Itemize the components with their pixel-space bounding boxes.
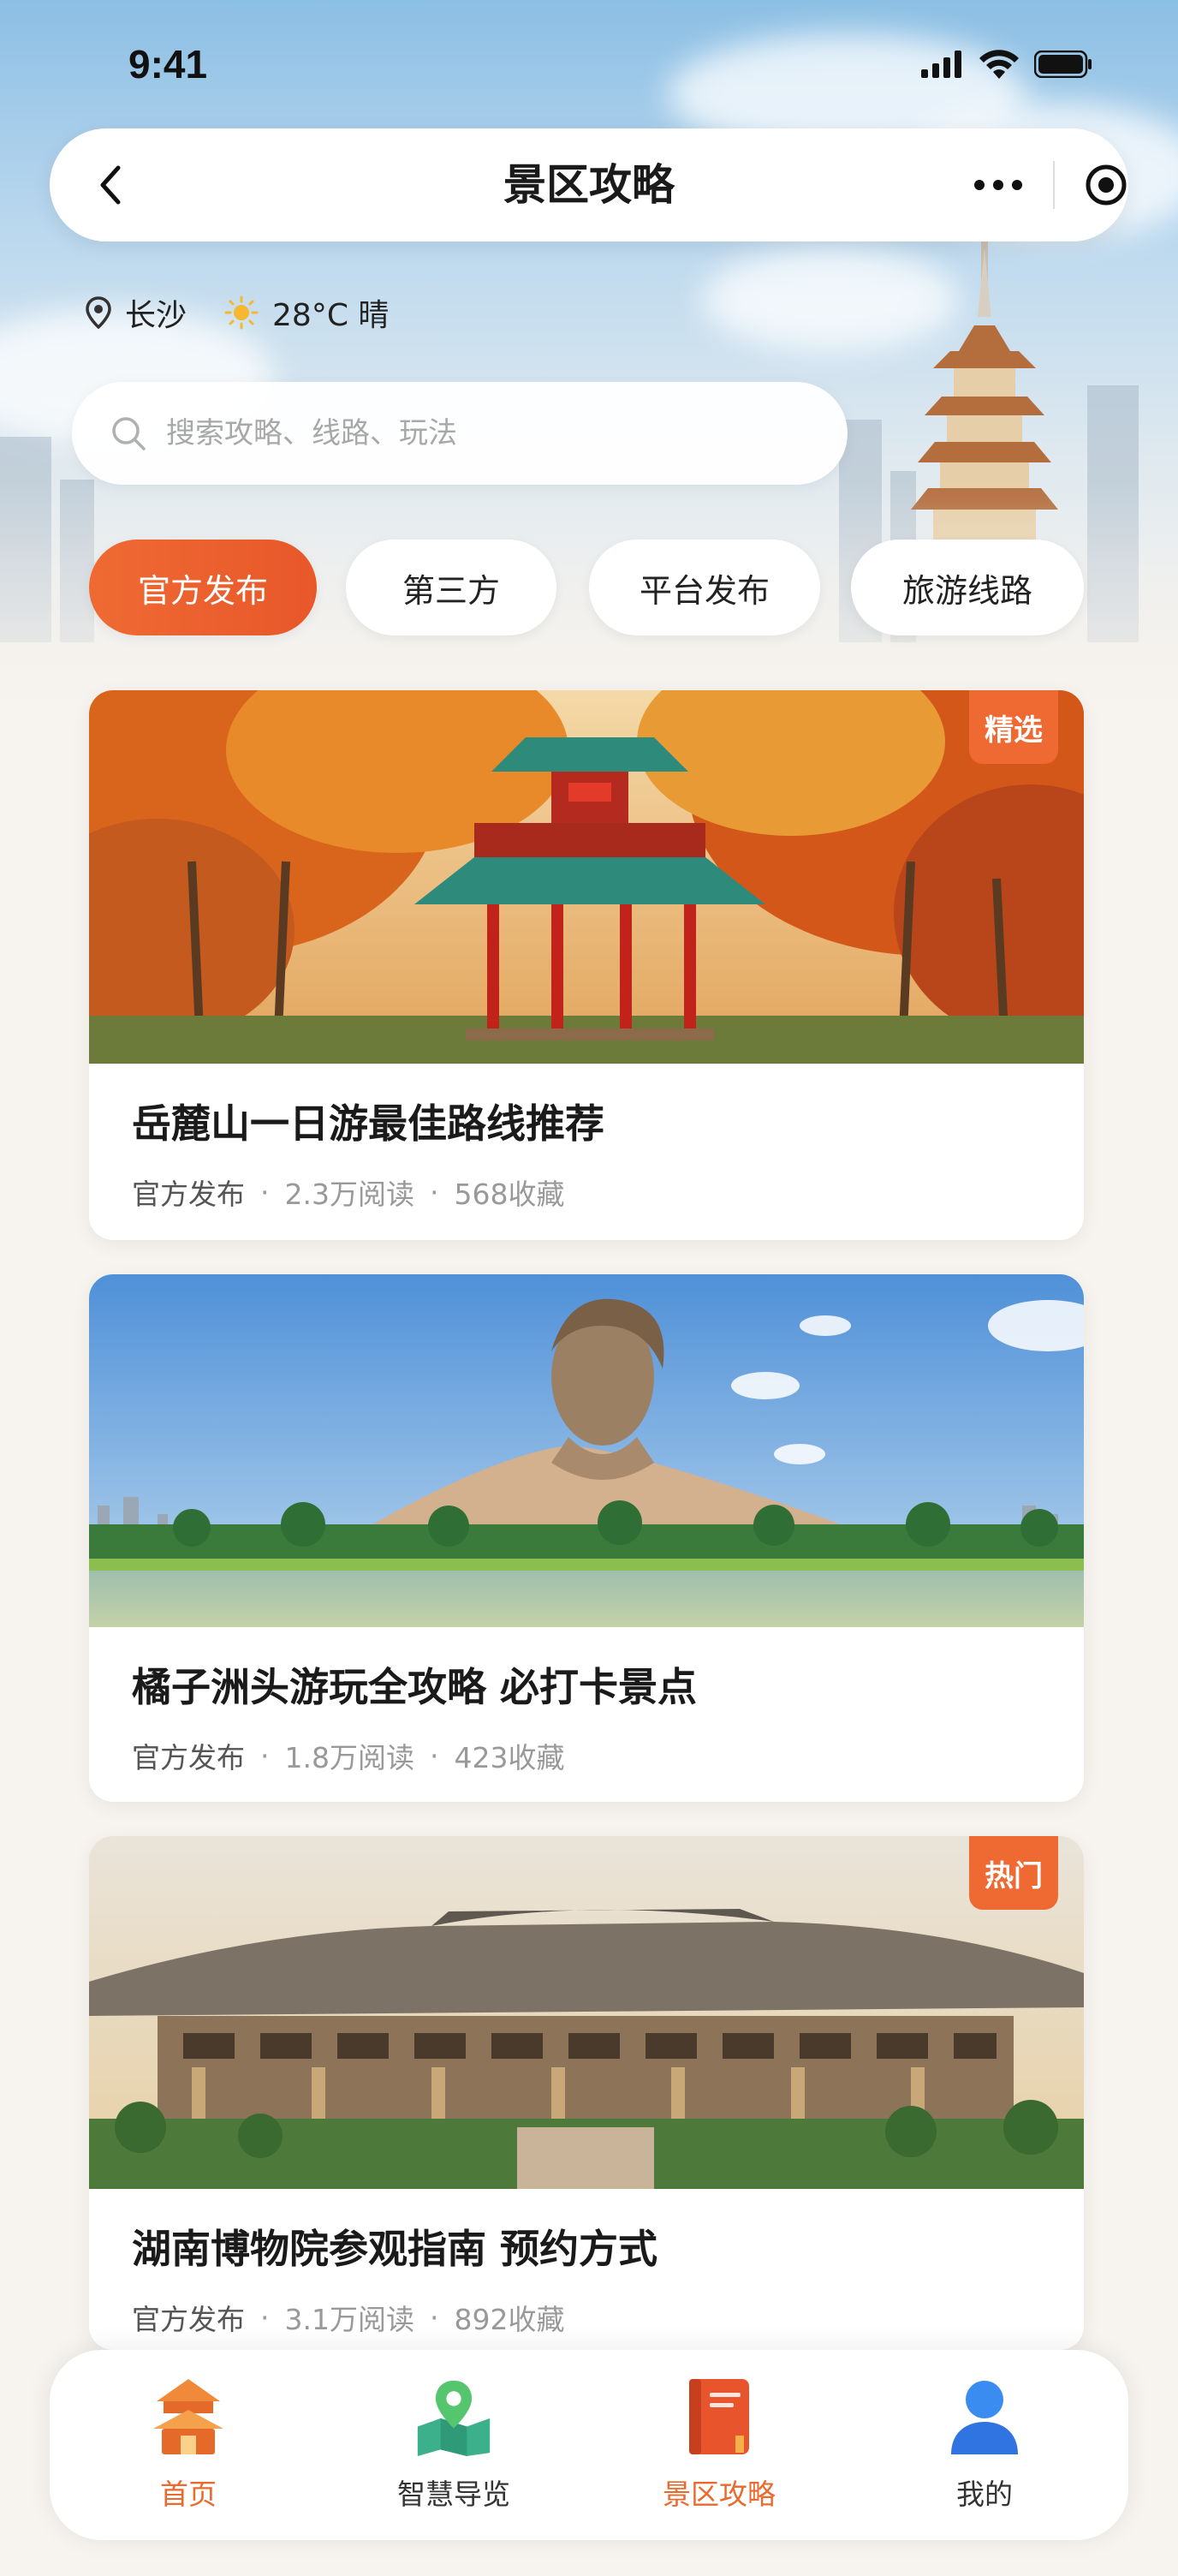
bottom-tab-guide[interactable]: 景区攻略 [616, 2374, 822, 2519]
meta-separator: · [260, 1175, 270, 1209]
status-bar: 9:41 [0, 0, 1178, 128]
location-weather-row: 长沙 28°C 晴 [86, 287, 389, 338]
article-card[interactable]: 精选 岳麓山一日游最佳路线推荐 官方发布 · 2.3万阅读 · 568收藏 [89, 690, 1084, 1240]
article-cover-image: 热门 [89, 1836, 1084, 2189]
article-meta: 官方发布 · 2.3万阅读 · 568收藏 [132, 1172, 564, 1213]
location-pin-icon [86, 296, 111, 329]
tab-third-party[interactable]: 第三方 [346, 540, 556, 635]
meta-separator: · [260, 1738, 270, 1773]
nav-divider [1053, 161, 1055, 209]
status-time: 9:41 [128, 42, 208, 86]
signal-icon [921, 51, 961, 78]
bottom-tab-label: 首页 [160, 2478, 217, 2511]
bottom-tab-home[interactable]: 首页 [86, 2374, 291, 2519]
article-cover-image [89, 1274, 1084, 1627]
city-label[interactable]: 长沙 [125, 290, 187, 335]
chevron-left-icon [100, 165, 121, 205]
article-card[interactable]: 热门 湖南博物院参观指南 预约方式 官方发布 · 3.1万阅读 · 892收藏 [89, 1836, 1084, 2350]
article-source: 官方发布 [132, 1178, 245, 1211]
bottom-tab-profile[interactable]: 我的 [882, 2374, 1087, 2519]
bottom-tab-label: 我的 [956, 2478, 1013, 2511]
search-bar[interactable] [72, 382, 848, 485]
hot-badge: 热门 [969, 1836, 1058, 1910]
weather-label: 28°C 晴 [272, 298, 390, 333]
meta-separator: · [429, 1175, 439, 1209]
tab-official[interactable]: 官方发布 [89, 540, 317, 635]
user-icon [945, 2374, 1024, 2460]
article-reads: 2.3万阅读 [284, 1178, 414, 1211]
meta-separator: · [260, 2300, 270, 2334]
museum-building-illustration [89, 1836, 1084, 2189]
bottom-tab-smart-guide[interactable]: 智慧导览 [351, 2374, 556, 2519]
bottom-tab-bar: 首页 智慧导览 景区攻略 我的 [50, 2350, 1128, 2540]
guide-book-icon [680, 2374, 759, 2460]
map-pin-icon [414, 2374, 493, 2460]
article-source: 官方发布 [132, 1741, 245, 1774]
article-cover-image: 精选 [89, 690, 1084, 1064]
article-source: 官方发布 [132, 2303, 245, 2336]
tab-travel-routes[interactable]: 旅游线路 [851, 540, 1084, 635]
article-title: 岳麓山一日游最佳路线推荐 [132, 1100, 604, 1147]
target-icon [1086, 164, 1127, 206]
nav-bar: 景区攻略 [50, 128, 1128, 242]
orange-isle-statue-illustration [89, 1274, 1084, 1627]
article-title: 橘子洲头游玩全攻略 必打卡景点 [132, 1664, 698, 1710]
article-favorites: 892收藏 [454, 2303, 565, 2336]
article-meta: 官方发布 · 1.8万阅读 · 423收藏 [132, 1735, 564, 1776]
wifi-icon [979, 50, 1019, 79]
bottom-tab-label: 智慧导览 [397, 2478, 510, 2511]
more-dots-icon [974, 180, 985, 190]
status-icons [921, 50, 1092, 79]
pavilion-home-icon [149, 2374, 228, 2460]
more-dot [1012, 180, 1022, 190]
article-reads: 1.8万阅读 [284, 1741, 414, 1774]
article-favorites: 568收藏 [454, 1178, 565, 1211]
back-button[interactable] [84, 159, 135, 211]
featured-badge: 精选 [969, 690, 1058, 764]
more-dot [993, 180, 1003, 190]
search-input[interactable] [166, 416, 817, 450]
meta-separator: · [429, 2300, 439, 2334]
more-button[interactable] [957, 159, 1039, 211]
sun-icon [224, 295, 259, 330]
battery-icon [1034, 51, 1092, 78]
article-title: 湖南博物院参观指南 预约方式 [132, 2226, 658, 2272]
pavilion-autumn-illustration [89, 690, 1084, 1064]
article-meta: 官方发布 · 3.1万阅读 · 892收藏 [132, 2297, 564, 2338]
meta-separator: · [429, 1738, 439, 1773]
bottom-tab-label: 景区攻略 [663, 2478, 776, 2511]
close-miniprogram-button[interactable] [1082, 161, 1130, 209]
article-favorites: 423收藏 [454, 1741, 565, 1774]
article-card[interactable]: 橘子洲头游玩全攻略 必打卡景点 官方发布 · 1.8万阅读 · 423收藏 [89, 1274, 1084, 1802]
article-reads: 3.1万阅读 [284, 2303, 414, 2336]
search-icon [112, 417, 146, 450]
tab-platform[interactable]: 平台发布 [589, 540, 820, 635]
